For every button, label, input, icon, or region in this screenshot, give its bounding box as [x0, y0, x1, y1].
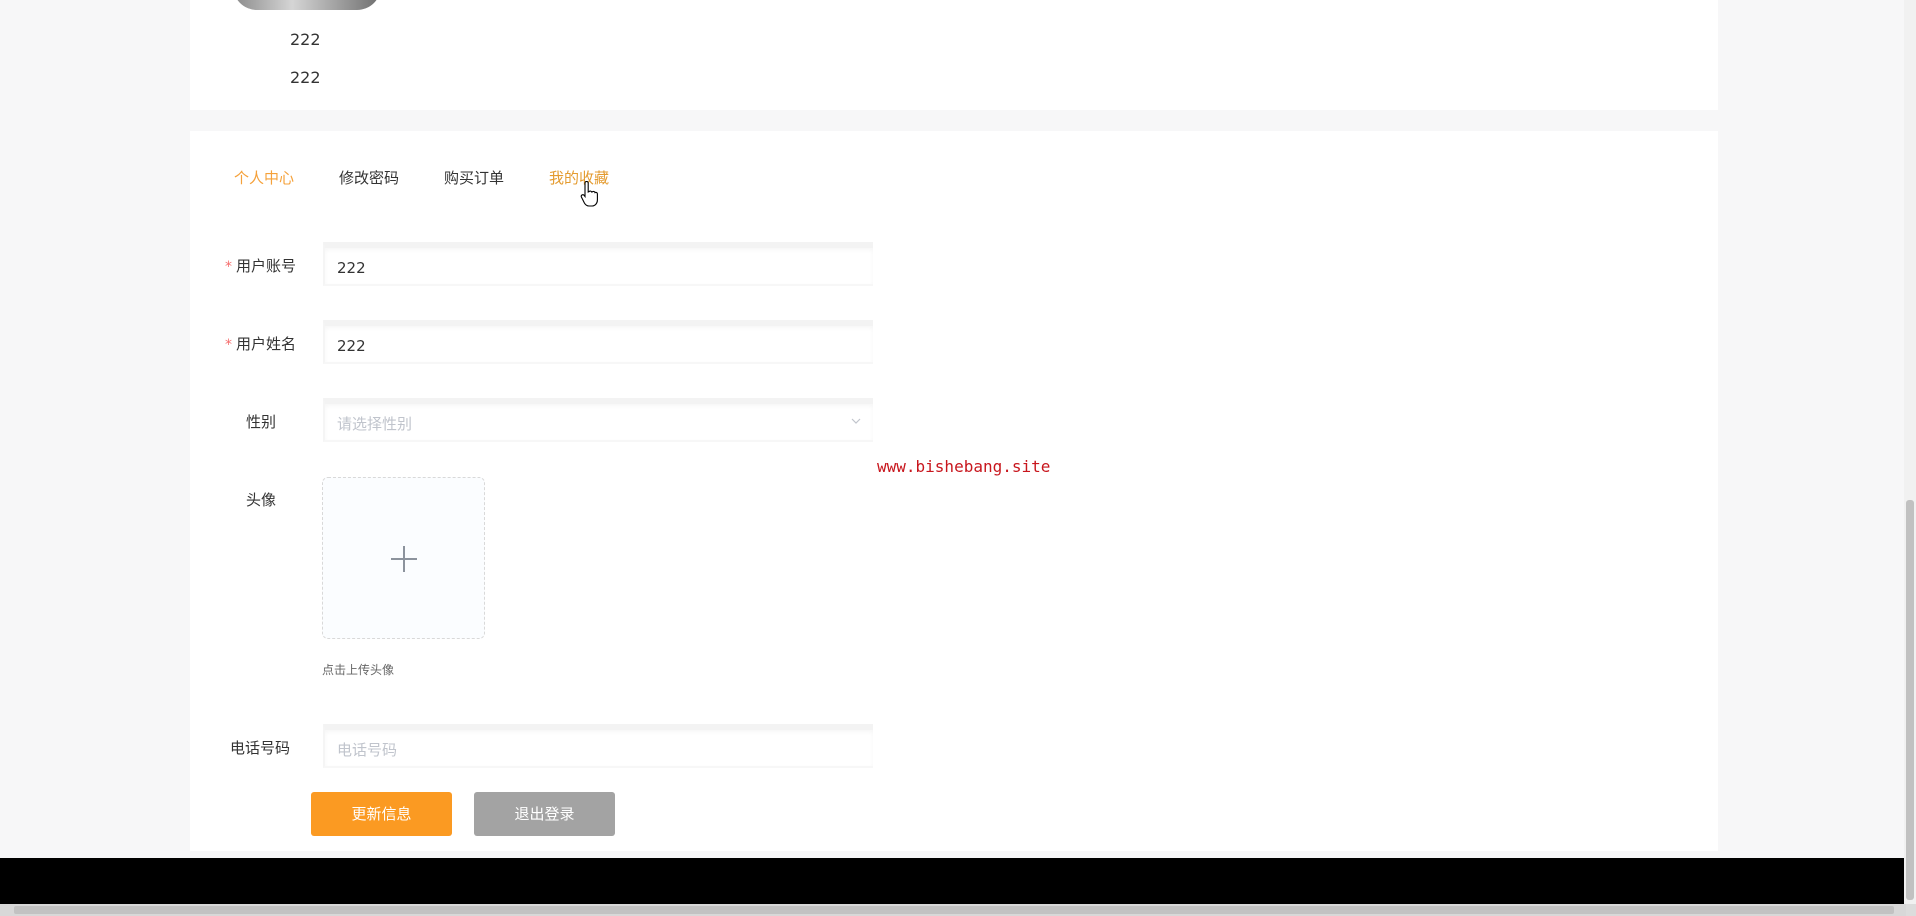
- hand-pointer-icon: [580, 181, 598, 207]
- logout-button[interactable]: 退出登录: [474, 792, 615, 836]
- gender-placeholder: 请选择性别: [337, 415, 413, 433]
- chevron-down-icon: [851, 418, 861, 424]
- phone-input[interactable]: 电话号码: [323, 724, 873, 768]
- avatar-upload-tip: 点击上传头像: [322, 663, 395, 677]
- profile-name: 222: [290, 68, 321, 87]
- phone-label: 电话号码: [230, 739, 291, 757]
- profile-card: 222 222: [190, 0, 1718, 110]
- horizontal-scrollbar[interactable]: [0, 904, 1906, 916]
- profile-account: 222: [290, 30, 321, 49]
- profile-avatar: [233, 0, 381, 10]
- plus-icon-vertical: [403, 546, 405, 572]
- vertical-scrollbar-thumb[interactable]: [1906, 500, 1914, 900]
- watermark: www.bishebang.site: [877, 457, 1051, 476]
- required-mark: *: [225, 259, 232, 275]
- scrollbar-corner: [1906, 904, 1916, 916]
- tab-personal-center[interactable]: 个人中心: [234, 167, 294, 188]
- name-label: * 用户姓名: [225, 335, 297, 353]
- tab-orders[interactable]: 购买订单: [444, 167, 504, 188]
- account-input[interactable]: 222: [323, 242, 873, 286]
- gender-select[interactable]: 请选择性别: [323, 398, 873, 442]
- gender-label: 性别: [246, 413, 277, 431]
- avatar-upload[interactable]: [322, 477, 485, 639]
- account-label: * 用户账号: [225, 257, 297, 275]
- avatar-label: 头像: [246, 491, 277, 509]
- page: 222 222 个人中心 修改密码 购买订单 我的收藏 * 用户账号 222 * 用…: [0, 0, 1916, 916]
- update-info-button[interactable]: 更新信息: [311, 792, 452, 836]
- footer-bar: [0, 858, 1916, 904]
- name-input[interactable]: 222: [323, 320, 873, 364]
- horizontal-scrollbar-thumb[interactable]: [14, 906, 1894, 914]
- tab-change-password[interactable]: 修改密码: [339, 167, 399, 188]
- vertical-scrollbar[interactable]: [1904, 0, 1916, 904]
- required-mark: *: [225, 337, 232, 353]
